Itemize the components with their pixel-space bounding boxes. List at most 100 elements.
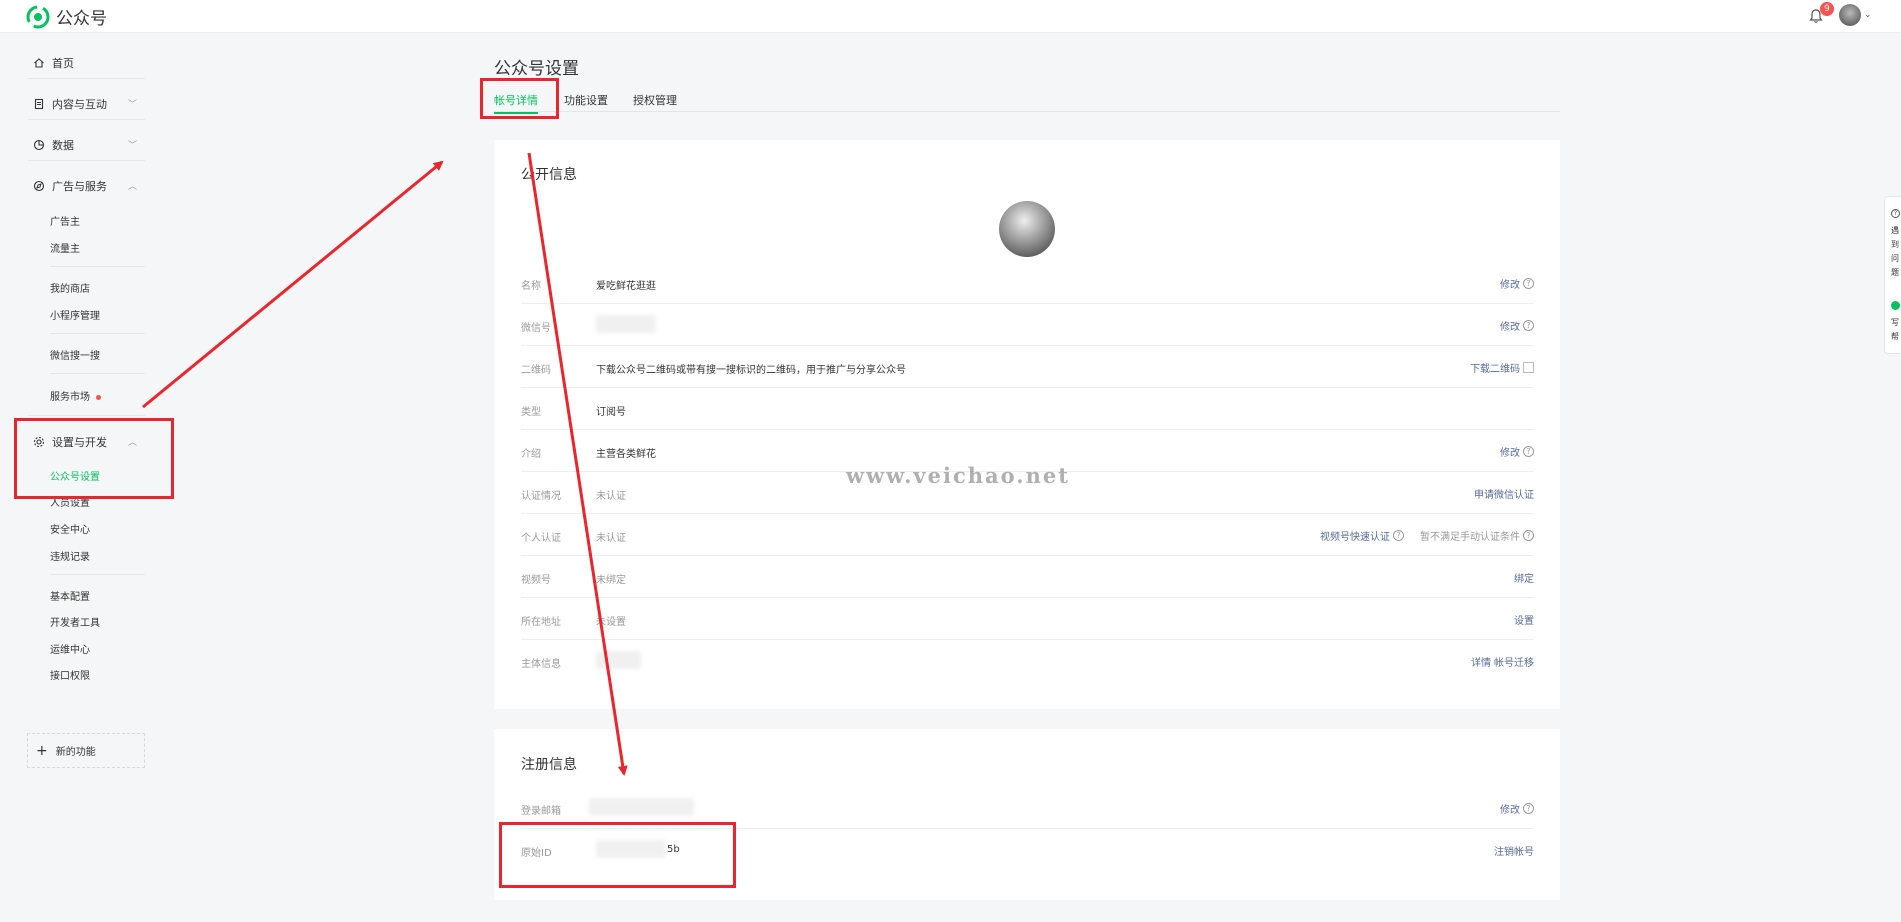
verification-actions: 视频号快速认证? 暂不满足手动认证条件? xyxy=(1320,528,1534,543)
bind-link[interactable]: 绑定 xyxy=(1514,570,1534,585)
row-value: 未绑定 xyxy=(596,575,626,586)
chevron-up-icon[interactable]: ︿ xyxy=(128,179,137,192)
user-avatar[interactable] xyxy=(1839,4,1861,26)
sidebar-item-label: 首页 xyxy=(52,57,74,70)
row-label: 登录邮箱 xyxy=(521,806,561,817)
set-address-link[interactable]: 设置 xyxy=(1514,612,1534,627)
sidebar-item-staff-settings[interactable]: 人员设置 xyxy=(50,494,90,509)
help-icon: ? xyxy=(1523,803,1534,814)
edit-link[interactable]: 修改? xyxy=(1500,444,1534,459)
sidebar-item-account-settings[interactable]: 公众号设置 xyxy=(50,468,100,483)
divider xyxy=(50,373,145,374)
sidebar-item-settings[interactable]: 设置与开发 xyxy=(33,434,107,450)
logo[interactable]: 公众号 xyxy=(26,4,107,29)
info-row-entity: 主体信息 详情 帐号迁移 xyxy=(521,640,1534,682)
tab-function-settings[interactable]: 功能设置 xyxy=(564,92,608,108)
wechat-official-logo-icon xyxy=(26,5,50,28)
sidebar-item-dev-tools[interactable]: 开发者工具 xyxy=(50,614,100,629)
row-label: 主体信息 xyxy=(521,659,561,670)
qrcode-icon xyxy=(1523,362,1534,373)
sidebar-item-label: 数据 xyxy=(52,139,74,152)
tab-account-details[interactable]: 帐号详情 xyxy=(494,92,538,114)
new-function-button[interactable]: + 新的功能 xyxy=(27,733,145,768)
info-row-qrcode: 二维码 下载公众号二维码或带有搜一搜标识的二维码，用于推广与分享公众号 下载二维… xyxy=(521,346,1534,388)
redacted-value xyxy=(596,840,666,858)
chevron-down-icon[interactable]: ⌄ xyxy=(1864,10,1872,20)
info-row-channels: 视频号 未绑定 绑定 xyxy=(521,556,1534,598)
sidebar-item-publisher[interactable]: 流量主 xyxy=(50,240,80,255)
profile-avatar[interactable] xyxy=(999,201,1055,257)
manual-verify-status: 暂不满足手动认证条件 xyxy=(1420,532,1520,543)
row-value: 未认证 xyxy=(596,533,626,544)
row-value: 主营各类鲜花 xyxy=(596,449,656,460)
row-value: 下载公众号二维码或带有搜一搜标识的二维码，用于推广与分享公众号 xyxy=(596,365,906,376)
help-icon: ? xyxy=(1891,209,1900,218)
chevron-down-icon[interactable]: ﹀ xyxy=(128,97,137,110)
row-value: 5b xyxy=(667,844,680,855)
help-icon: ? xyxy=(1523,530,1534,541)
row-label: 微信号 xyxy=(521,323,551,334)
sidebar-item-security-center[interactable]: 安全中心 xyxy=(50,521,90,536)
sidebar-item-basic-config[interactable]: 基本配置 xyxy=(50,588,90,603)
sidebar-item-label: 广告与服务 xyxy=(52,180,107,193)
account-migration-link[interactable]: 帐号迁移 xyxy=(1494,654,1534,669)
divider xyxy=(28,415,145,416)
sidebar-item-my-store[interactable]: 我的商店 xyxy=(50,280,90,295)
redacted-value xyxy=(596,651,641,669)
public-info-card: 公开信息 名称 爱吃鲜花逛逛 修改? 微信号 修改? 二维码 下载公众号二维码或… xyxy=(494,140,1560,709)
sidebar-item-api-permissions[interactable]: 接口权限 xyxy=(50,667,90,682)
help-floating-widget[interactable]: ? 遇 到 问 题 写 帮 xyxy=(1884,196,1901,354)
divider xyxy=(28,78,145,79)
info-row-original-id: 原始ID 5b 注销帐号 xyxy=(521,829,1534,871)
section-title: 注册信息 xyxy=(521,757,577,773)
sidebar-item-miniprogram[interactable]: 小程序管理 xyxy=(50,307,100,322)
info-row-personal-verification: 个人认证 未认证 视频号快速认证? 暂不满足手动认证条件? xyxy=(521,514,1534,556)
edit-link[interactable]: 修改? xyxy=(1500,318,1534,333)
sidebar-item-label: 服务市场 xyxy=(50,392,90,403)
download-qrcode-link[interactable]: 下载二维码 xyxy=(1470,360,1534,375)
widget-text: 写 xyxy=(1891,318,1899,327)
divider xyxy=(50,574,145,575)
divider xyxy=(28,160,145,161)
sidebar-item-advertiser[interactable]: 广告主 xyxy=(50,213,80,228)
sidebar-item-violations[interactable]: 违规记录 xyxy=(50,548,90,563)
edit-link[interactable]: 修改? xyxy=(1500,801,1534,816)
sidebar-item-data[interactable]: 数据 xyxy=(33,137,74,153)
chevron-down-icon[interactable]: ﹀ xyxy=(128,138,137,151)
page-title: 公众号设置 xyxy=(494,59,579,79)
cancel-account-link[interactable]: 注销帐号 xyxy=(1494,843,1534,858)
redacted-value xyxy=(596,315,656,333)
entity-actions: 详情 帐号迁移 xyxy=(1471,654,1534,669)
tab-authorization[interactable]: 授权管理 xyxy=(633,92,677,108)
row-label: 二维码 xyxy=(521,365,551,376)
divider xyxy=(28,119,145,120)
sidebar-item-wechat-search[interactable]: 微信搜一搜 xyxy=(50,347,100,362)
sidebar-item-content[interactable]: 内容与互动 xyxy=(33,96,107,112)
app-name: 公众号 xyxy=(56,9,107,29)
row-label: 名称 xyxy=(521,281,541,292)
new-function-label: 新的功能 xyxy=(55,747,96,758)
widget-text: 题 xyxy=(1891,268,1899,277)
chevron-up-icon[interactable]: ︿ xyxy=(128,435,137,448)
help-icon: ? xyxy=(1523,278,1534,289)
register-info-card: 注册信息 登录邮箱 修改? 原始ID 5b 注销帐号 xyxy=(494,729,1560,900)
sidebar-item-ads[interactable]: 广告与服务 xyxy=(33,178,107,194)
arrow-sidebar-to-tab xyxy=(142,160,444,409)
sidebar-item-service-market[interactable]: 服务市场 xyxy=(50,388,101,403)
edit-link[interactable]: 修改? xyxy=(1500,276,1534,291)
new-dot-badge xyxy=(96,394,101,400)
row-label: 介绍 xyxy=(521,449,541,460)
pie-chart-icon xyxy=(33,139,45,151)
sidebar-item-home[interactable]: 首页 xyxy=(33,55,74,71)
gear-icon xyxy=(33,436,45,448)
help-icon: ? xyxy=(1393,530,1404,541)
info-row-name: 名称 爱吃鲜花逛逛 修改? xyxy=(521,262,1534,304)
info-row-wechat-id: 微信号 修改? xyxy=(521,304,1534,346)
details-link[interactable]: 详情 xyxy=(1471,654,1491,669)
info-row-login-email: 登录邮箱 修改? xyxy=(521,787,1534,829)
apply-verification-link[interactable]: 申请微信认证 xyxy=(1474,486,1534,501)
row-value: 爱吃鲜花逛逛 xyxy=(596,281,656,292)
channels-quick-verify-link[interactable]: 视频号快速认证 xyxy=(1320,528,1390,543)
row-label: 所在地址 xyxy=(521,617,561,628)
sidebar-item-ops-center[interactable]: 运维中心 xyxy=(50,641,90,656)
